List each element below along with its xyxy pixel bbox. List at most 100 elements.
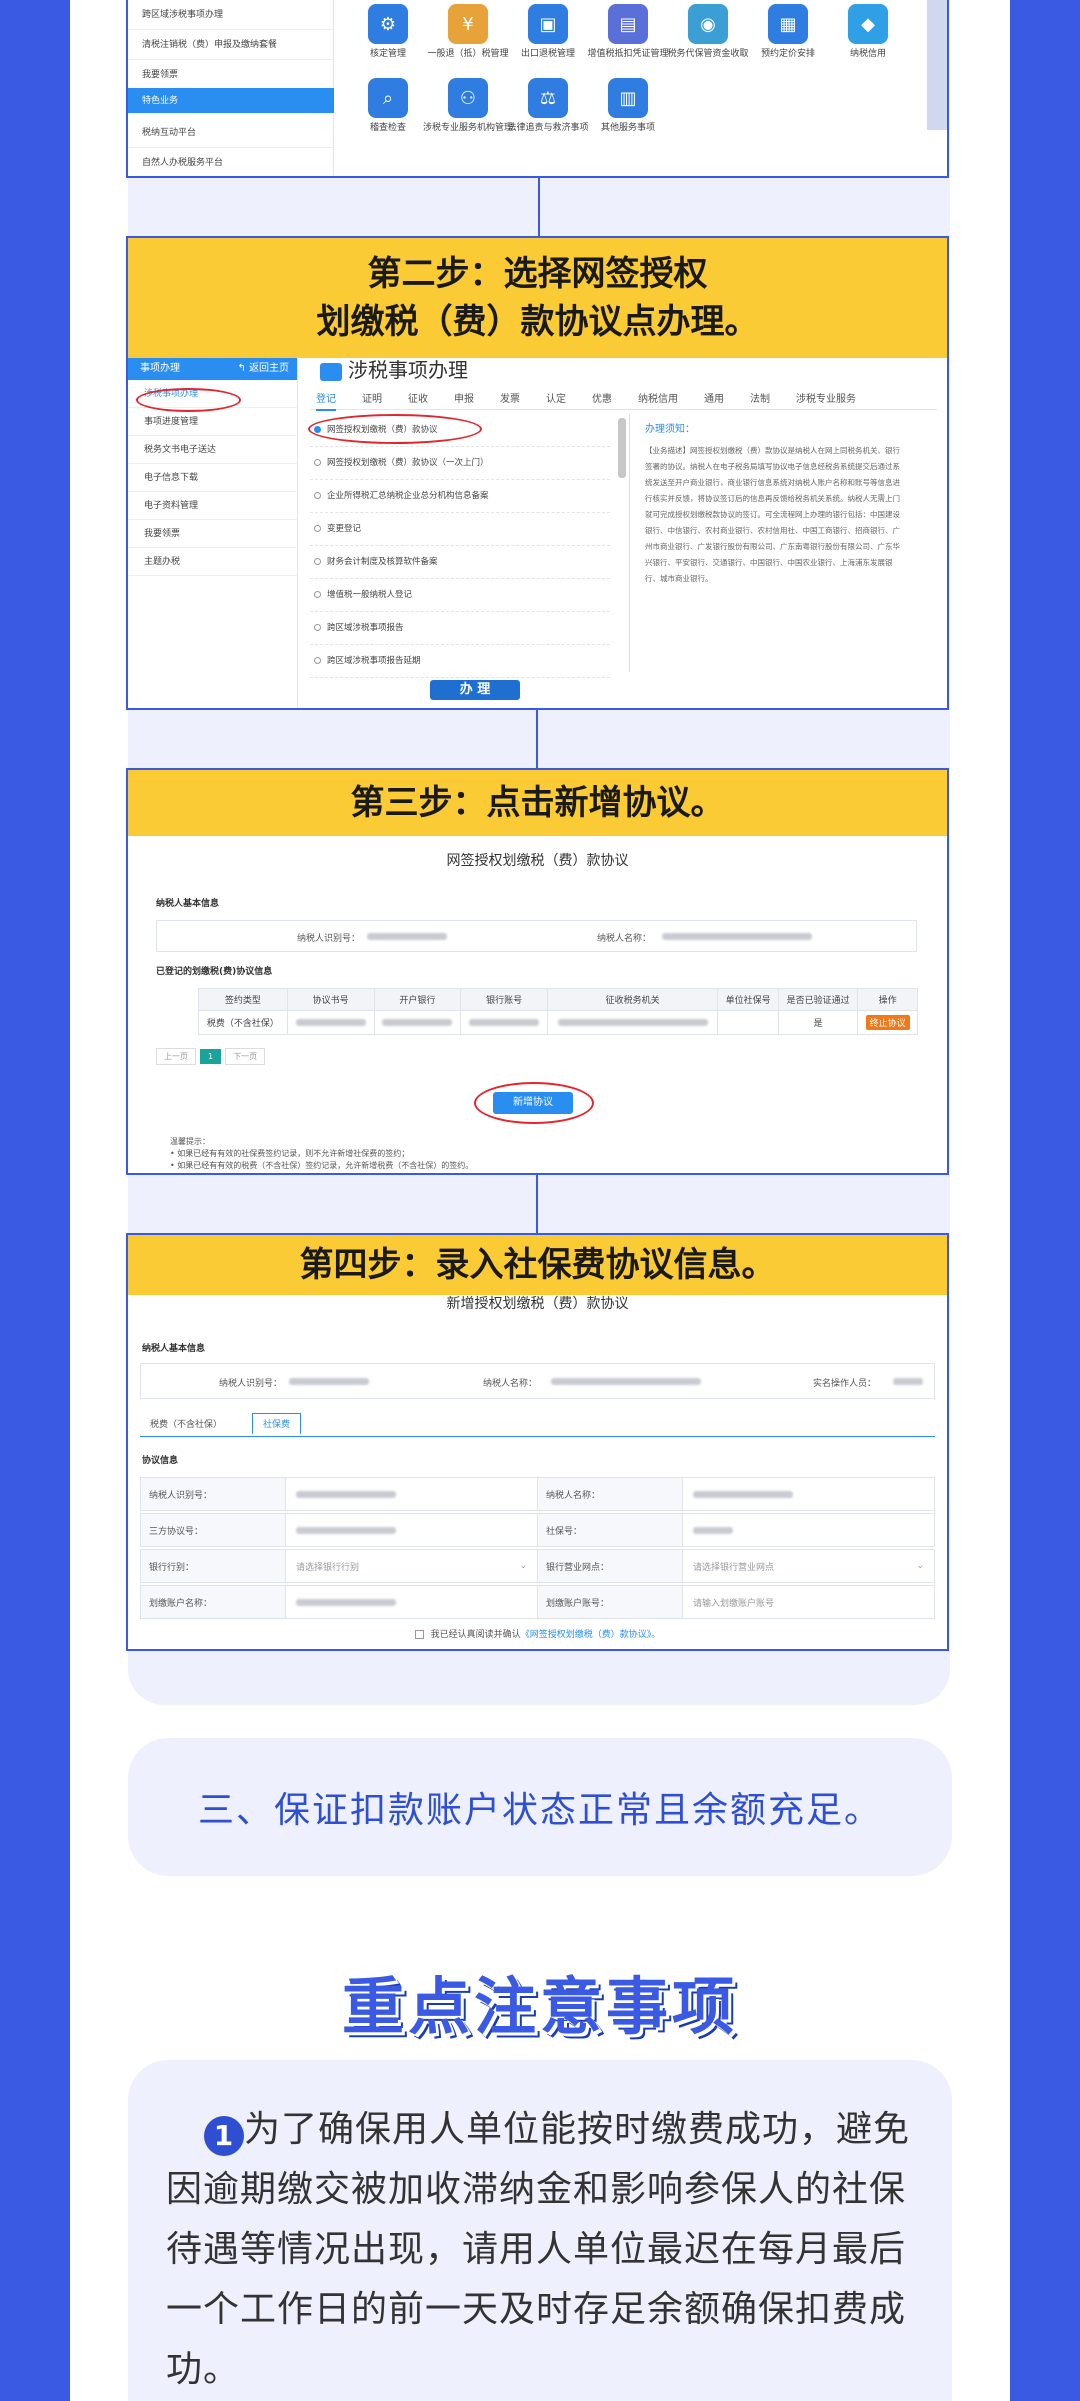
calendar-icon[interactable]: ▦ bbox=[768, 4, 808, 44]
list-item[interactable]: 网签授权划缴税（费）款协议（一次上门） bbox=[310, 447, 610, 480]
icon-label: 涉税专业服务机构管理 bbox=[423, 123, 514, 133]
sidebar-item[interactable]: 税纳互动平台 bbox=[128, 118, 334, 148]
connector-line bbox=[536, 710, 538, 768]
sidebar-item[interactable]: 事项进度管理 bbox=[128, 408, 298, 436]
form-field[interactable] bbox=[683, 1478, 934, 1510]
agree-checkbox[interactable] bbox=[414, 1630, 424, 1639]
agreement-link[interactable]: 《网签授权划缴税（费）款协议》。 bbox=[521, 1630, 661, 1640]
tab-item[interactable]: 征收 bbox=[408, 390, 428, 405]
sidebar-item[interactable]: 税务文书电子送达 bbox=[128, 436, 298, 464]
list-item[interactable]: 企业所得税汇总纳税企业总分机构信息备案 bbox=[310, 480, 610, 513]
form-label: 划缴账户账号： bbox=[538, 1586, 683, 1618]
step1-screenshot: 跨区域涉税事项办理 清税注销税（费）申报及缴纳套餐 我要领票 特色业务税纳互动平台 自然… bbox=[126, 0, 949, 178]
agreement-table: 签约类型 协议书号 开户银行 银行账号 征收税务机关 单位社保号 是否已验证通过 操作 税费（不… bbox=[198, 988, 918, 1035]
other-service-icon[interactable]: ▥ bbox=[608, 78, 648, 118]
pager-button[interactable]: 上一页 bbox=[156, 1048, 196, 1065]
form-field[interactable] bbox=[286, 1586, 538, 1618]
sidebar-item[interactable]: 我要领票 bbox=[128, 520, 298, 548]
tab-item[interactable]: 税费（不含社保） bbox=[150, 1417, 222, 1430]
notice-title: 办理须知： bbox=[645, 424, 695, 435]
form-field[interactable]: 请选择银行行别 ⌄ bbox=[286, 1550, 538, 1582]
list-item-label: 增值税一般纳税人登记 bbox=[327, 590, 413, 600]
inspect-icon[interactable]: ⌕ bbox=[368, 78, 408, 118]
handle-button[interactable]: 办 理 bbox=[430, 680, 520, 700]
sidebar-item[interactable]: 特色业务 bbox=[128, 88, 334, 114]
radio-button[interactable] bbox=[314, 657, 321, 664]
shield-person-icon[interactable]: ⚙ bbox=[368, 4, 408, 44]
table-header: 操作 bbox=[857, 988, 918, 1011]
step4-taxpayer-row: 纳税人识别号： 纳税人名称： 实名操作人员： bbox=[140, 1363, 935, 1399]
form-label: 银行营业网点： bbox=[538, 1550, 683, 1582]
tab-item[interactable]: 社保费 bbox=[252, 1413, 302, 1435]
section3-banner: 三、保证扣款账户状态正常且余额充足。 bbox=[128, 1738, 952, 1876]
radio-button[interactable] bbox=[314, 591, 321, 598]
step3-section2: 已登记的划缴税(费)协议信息 bbox=[156, 967, 273, 977]
tab-item[interactable]: 法制 bbox=[750, 390, 770, 405]
tab-item[interactable]: 认定 bbox=[546, 390, 566, 405]
back-home-link[interactable]: 返回主页 bbox=[249, 363, 289, 374]
gavel-icon[interactable]: ⚖ bbox=[528, 78, 568, 118]
credit-badge-icon[interactable]: ◆ bbox=[848, 4, 888, 44]
tab-item[interactable]: 通用 bbox=[704, 390, 724, 405]
sidebar-item[interactable]: 电子资料管理 bbox=[128, 492, 298, 520]
tab-item[interactable]: 优惠 bbox=[592, 390, 612, 405]
icon-label: 出口退税管理 bbox=[520, 49, 575, 59]
form-field[interactable]: 请输入划缴账户账号 bbox=[683, 1586, 934, 1618]
tab-item[interactable]: 证明 bbox=[362, 390, 382, 405]
form-field[interactable] bbox=[286, 1478, 538, 1510]
pager-button[interactable]: 下一页 bbox=[225, 1048, 266, 1065]
refund-icon[interactable]: ¥ bbox=[448, 4, 488, 44]
list-item-label: 网签授权划缴税（费）款协议（一次上门） bbox=[327, 458, 489, 468]
sidebar-item[interactable]: 清税注销税（费）申报及缴纳套餐 bbox=[128, 30, 334, 60]
step4-tabs: 税费（不含社保） 社保费 bbox=[140, 1411, 935, 1437]
tab-item[interactable]: 发票 bbox=[500, 390, 520, 405]
step4-form-title: 新增授权划缴税（费）款协议 bbox=[446, 1296, 629, 1312]
step4-section1: 纳税人基本信息 bbox=[142, 1344, 206, 1354]
sidebar-item[interactable]: 电子信息下载 bbox=[128, 464, 298, 492]
form-field[interactable]: 请选择银行营业网点 ⌄ bbox=[683, 1550, 934, 1582]
sidebar-item[interactable]: 自然人办税服务平台 bbox=[128, 148, 334, 176]
voucher-icon[interactable]: ▤ bbox=[608, 4, 648, 44]
tab-item[interactable]: 纳税信用 bbox=[638, 390, 678, 405]
tab-item[interactable]: 登记 bbox=[316, 390, 336, 411]
radio-button[interactable] bbox=[314, 558, 321, 565]
radio-button[interactable] bbox=[314, 624, 321, 631]
icon-label: 稽查检查 bbox=[369, 123, 406, 133]
list-item[interactable]: 跨区域涉税事项报告 bbox=[310, 612, 610, 645]
form-field[interactable] bbox=[286, 1514, 538, 1546]
note-1: 1 为了确保用人单位能按时缴费成功，避免因逾期缴交被加收滞纳金和影响参保人的社保待… bbox=[166, 2100, 914, 2400]
step3-section1: 纳税人基本信息 bbox=[156, 899, 220, 909]
step2-notice: 办理须知： 【业务描述】网签授权划缴税（费）款协议是纳税人在网上同税务机关、银行… bbox=[645, 420, 900, 587]
list-item-label: 变更登记 bbox=[327, 524, 362, 534]
sidebar-item[interactable]: 跨区域涉税事项办理 bbox=[128, 0, 334, 30]
step1-right-toolbar bbox=[927, 0, 947, 130]
tip-item: • 如果已经有有效的社保费签约记录，则不允许新增社保费的签约； bbox=[170, 1149, 410, 1158]
highlight-oval-item bbox=[308, 414, 482, 444]
notes-card: 1 为了确保用人单位能按时缴费成功，避免因逾期缴交被加收滞纳金和影响参保人的社保待… bbox=[128, 2060, 952, 2401]
export-refund-icon[interactable]: ▣ bbox=[528, 4, 568, 44]
list-item[interactable]: 变更登记 bbox=[310, 513, 610, 546]
sidebar-item[interactable]: 我要领票 bbox=[128, 60, 334, 90]
list-item[interactable]: 跨区域涉税事项报告延期 bbox=[310, 645, 610, 678]
radio-button[interactable] bbox=[314, 459, 321, 466]
list-item[interactable]: 增值税一般纳税人登记 bbox=[310, 579, 610, 612]
scrollbar[interactable] bbox=[618, 418, 626, 478]
pager-button[interactable]: 1 bbox=[200, 1049, 222, 1064]
list-item[interactable]: 财务会计制度及核算软件备案 bbox=[310, 546, 610, 579]
form-label: 纳税人名称： bbox=[538, 1478, 683, 1510]
step4-panel: 第四步：录入社保费协议信息。 新增授权划缴税（费）款协议 纳税人基本信息 纳税人… bbox=[126, 1233, 949, 1651]
tab-item[interactable]: 涉税专业服务 bbox=[796, 390, 856, 405]
table-header: 协议书号 bbox=[286, 988, 375, 1011]
agency-icon[interactable]: ⚇ bbox=[448, 78, 488, 118]
icon-label: 核定管理 bbox=[369, 49, 406, 59]
form-label: 三方协议号： bbox=[141, 1514, 286, 1546]
form-row: 纳税人识别号： 纳税人名称： bbox=[140, 1477, 935, 1511]
form-field[interactable] bbox=[683, 1514, 934, 1546]
icon-label: 一般退（抵）税管理 bbox=[427, 49, 509, 59]
radio-button[interactable] bbox=[314, 525, 321, 532]
money-bag-icon[interactable]: ◉ bbox=[688, 4, 728, 44]
radio-button[interactable] bbox=[314, 492, 321, 499]
tab-item[interactable]: 申报 bbox=[454, 390, 474, 405]
sidebar-item[interactable]: 主题办税 bbox=[128, 548, 298, 576]
terminate-agreement-button[interactable]: 终止协议 bbox=[865, 1015, 910, 1030]
